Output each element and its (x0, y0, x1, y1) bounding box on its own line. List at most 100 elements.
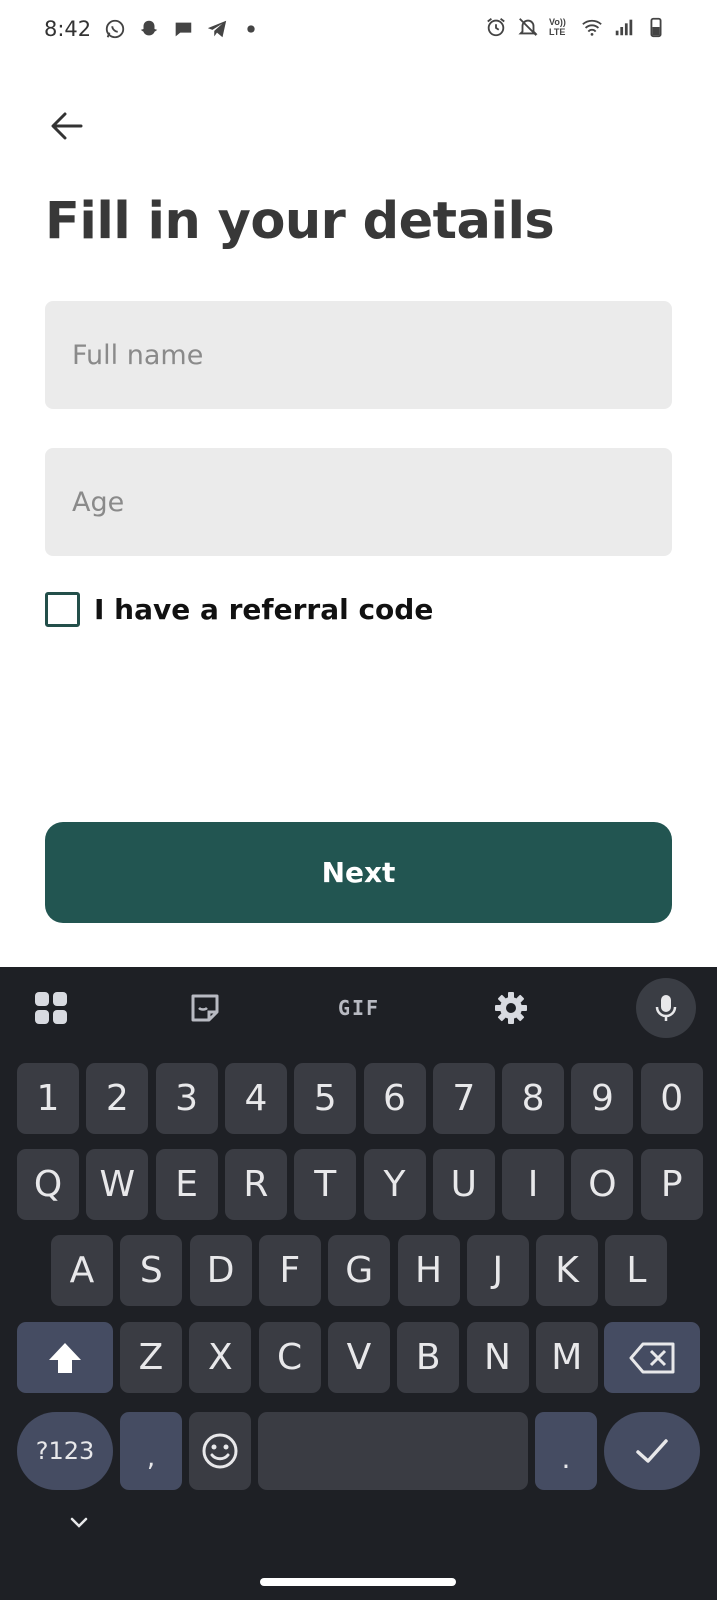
period-key-label: . (561, 1441, 571, 1475)
key-1[interactable]: 1 (17, 1063, 79, 1134)
status-time: 8:42 (44, 17, 92, 41)
key-z[interactable]: Z (120, 1322, 182, 1393)
key-q[interactable]: Q (17, 1149, 79, 1220)
shift-key[interactable] (17, 1322, 113, 1393)
key-c[interactable]: C (258, 1322, 321, 1393)
chat-bubble-icon (174, 22, 192, 37)
mute-icon (518, 18, 538, 36)
key-y-label: Y (383, 1164, 406, 1205)
gif-button[interactable]: GIF (334, 985, 384, 1031)
key-2[interactable]: 2 (86, 1063, 149, 1134)
key-6-label: 6 (383, 1078, 406, 1119)
chevron-down-icon[interactable] (66, 1510, 92, 1536)
key-f[interactable]: F (258, 1235, 321, 1306)
key-a[interactable]: A (51, 1235, 113, 1306)
notification-icons (104, 18, 262, 40)
key-8[interactable]: 8 (502, 1063, 565, 1134)
key-o[interactable]: O (571, 1149, 634, 1220)
key-a-label: A (69, 1250, 95, 1291)
arrow-left-icon (51, 112, 83, 140)
sticker-button[interactable] (182, 985, 228, 1031)
grid-icon (35, 992, 67, 1024)
key-b-label: B (415, 1337, 441, 1378)
key-w-label: W (99, 1164, 136, 1205)
sticker-icon (191, 994, 219, 1022)
key-x[interactable]: X (189, 1322, 252, 1393)
key-e[interactable]: E (155, 1149, 218, 1220)
emoji-key[interactable] (189, 1412, 251, 1490)
key-c-label: C (277, 1337, 303, 1378)
key-w[interactable]: W (86, 1149, 149, 1220)
key-z-label: Z (138, 1337, 164, 1378)
key-p-label: P (660, 1164, 683, 1205)
key-s-label: S (139, 1250, 163, 1291)
volte-icon: Vo)) LTE (549, 17, 566, 37)
next-button[interactable]: Next (45, 822, 672, 923)
key-g[interactable]: G (328, 1235, 391, 1306)
back-button[interactable] (44, 103, 90, 149)
gif-label: GIF (337, 996, 381, 1020)
telegram-icon (207, 20, 227, 38)
key-4[interactable]: 4 (224, 1063, 287, 1134)
status-bar: 8:42 Vo)) LTE (0, 0, 717, 60)
key-n-label: N (484, 1337, 511, 1378)
key-9[interactable]: 9 (571, 1063, 634, 1134)
key-y[interactable]: Y (363, 1149, 426, 1220)
comma-key[interactable]: , (120, 1412, 182, 1490)
key-d-label: D (206, 1250, 235, 1291)
key-5[interactable]: 5 (294, 1063, 357, 1134)
emoji-icon (202, 1433, 238, 1469)
period-key[interactable]: . (535, 1412, 597, 1490)
voice-input-button[interactable] (636, 978, 696, 1038)
key-s[interactable]: S (120, 1235, 183, 1306)
key-m-label: M (551, 1337, 583, 1378)
key-0[interactable]: 0 (640, 1063, 703, 1134)
key-l[interactable]: L (605, 1235, 668, 1306)
key-h-label: H (414, 1250, 443, 1291)
key-7-label: 7 (452, 1078, 476, 1119)
referral-checkbox[interactable] (45, 592, 80, 627)
key-u[interactable]: U (432, 1149, 495, 1220)
key-r[interactable]: R (224, 1149, 287, 1220)
key-i[interactable]: I (502, 1149, 565, 1220)
key-h[interactable]: H (397, 1235, 460, 1306)
key-q-label: Q (33, 1164, 63, 1205)
key-n[interactable]: N (466, 1322, 529, 1393)
comma-key-label: , (146, 1443, 156, 1473)
key-j[interactable]: J (466, 1235, 529, 1306)
full-name-field[interactable] (45, 301, 672, 409)
key-p[interactable]: P (640, 1149, 703, 1220)
key-3[interactable]: 3 (155, 1063, 218, 1134)
key-k-label: K (555, 1250, 579, 1291)
key-d[interactable]: D (189, 1235, 252, 1306)
key-k[interactable]: K (536, 1235, 599, 1306)
key-2-label: 2 (105, 1078, 129, 1119)
backspace-key[interactable] (604, 1322, 700, 1393)
key-0-label: 0 (660, 1078, 684, 1119)
key-v-label: V (346, 1337, 372, 1378)
key-x-label: X (207, 1337, 233, 1378)
key-b[interactable]: B (397, 1322, 460, 1393)
settings-button[interactable] (488, 985, 534, 1031)
key-t[interactable]: T (294, 1149, 357, 1220)
dot-icon (247, 25, 255, 33)
key-v[interactable]: V (327, 1322, 390, 1393)
referral-checkbox-row[interactable]: I have a referral code (45, 592, 433, 627)
key-3-label: 3 (175, 1078, 199, 1119)
symbols-key[interactable]: ?123 (17, 1412, 113, 1490)
enter-key[interactable] (604, 1412, 700, 1490)
apps-button[interactable] (28, 985, 74, 1031)
navigation-handle[interactable] (260, 1578, 456, 1586)
snapchat-icon (140, 20, 158, 36)
keyboard-toolbar: GIF (0, 967, 717, 1049)
key-6[interactable]: 6 (363, 1063, 426, 1134)
key-m[interactable]: M (535, 1322, 598, 1393)
checkmark-icon (636, 1439, 668, 1463)
age-field[interactable] (45, 448, 672, 556)
key-f-label: F (279, 1250, 301, 1291)
space-key[interactable] (258, 1412, 528, 1490)
gear-icon (495, 992, 527, 1024)
key-u-label: U (450, 1164, 477, 1205)
key-7[interactable]: 7 (432, 1063, 495, 1134)
whatsapp-icon (105, 19, 125, 39)
